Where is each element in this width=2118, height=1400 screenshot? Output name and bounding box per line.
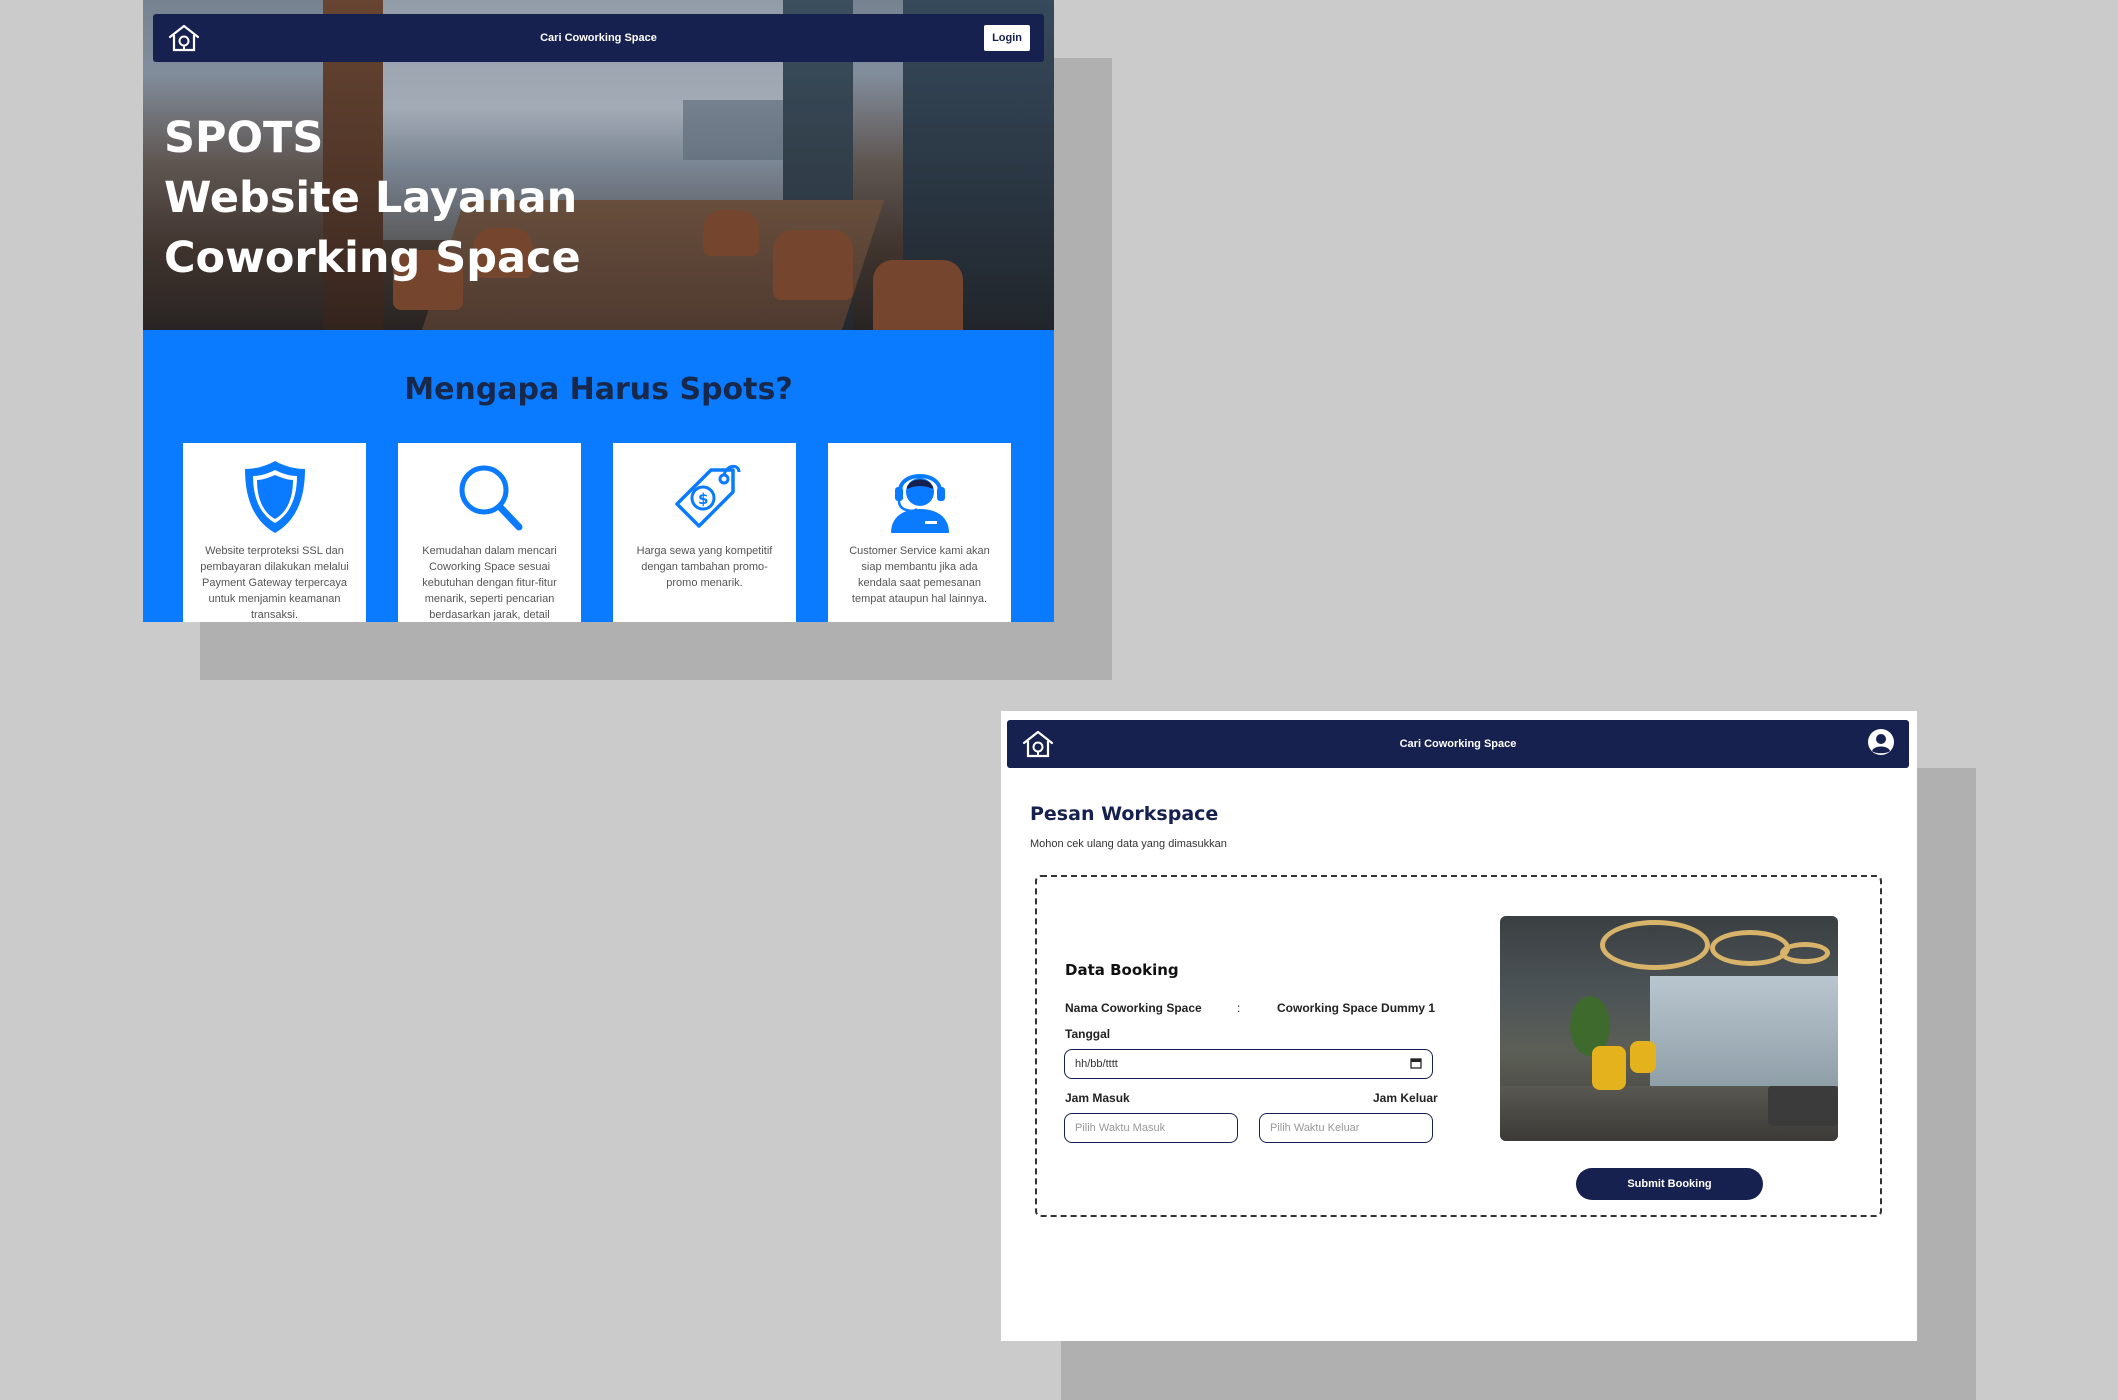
feature-card-search: Kemudahan dalam mencari Coworking Space … <box>398 443 581 622</box>
date-label: Tanggal <box>1065 1027 1111 1041</box>
time-in-placeholder: Pilih Waktu Masuk <box>1075 1122 1166 1134</box>
feature-text: Harga sewa yang kompetitif dengan tambah… <box>636 545 773 589</box>
photo-windows <box>1650 976 1838 1086</box>
customer-service-icon <box>885 457 955 537</box>
login-button[interactable]: Login <box>984 25 1030 51</box>
calendar-icon[interactable] <box>1410 1057 1422 1072</box>
name-colon: : <box>1237 1001 1241 1015</box>
feature-card-support: Customer Service kami akan siap membantu… <box>828 443 1011 622</box>
hero-heading-line: Website Layanan <box>164 173 578 223</box>
magnifier-icon <box>455 457 525 537</box>
photo-yellow-chair <box>1630 1041 1656 1073</box>
time-out-placeholder: Pilih Waktu Keluar <box>1270 1122 1360 1134</box>
page-subtitle: Mohon cek ulang data yang dimasukkan <box>1030 838 1227 850</box>
photo-ring-lamp <box>1600 920 1710 970</box>
coworking-name-value: Coworking Space Dummy 1 <box>1277 1001 1436 1015</box>
date-input-value: hh/bb/tttt <box>1075 1058 1118 1070</box>
photo-sofa <box>1768 1086 1838 1126</box>
feature-text: Kemudahan dalam mencari Coworking Space … <box>422 545 557 621</box>
feature-card-security: Website terproteksi SSL dan pembayaran d… <box>183 443 366 622</box>
shield-icon <box>240 457 310 537</box>
time-in-label: Jam Masuk <box>1065 1091 1130 1105</box>
home-logo-icon[interactable] <box>167 23 201 53</box>
hero-banner: Cari Coworking Space Login SPOTS Website… <box>143 0 1054 330</box>
name-label: Nama Coworking Space <box>1065 1001 1202 1015</box>
nav-title[interactable]: Cari Coworking Space <box>1007 738 1909 750</box>
photo-yellow-chair <box>1592 1046 1626 1090</box>
landing-page-screenshot: Cari Coworking Space Login SPOTS Website… <box>143 0 1054 622</box>
feature-cards: Website terproteksi SSL dan pembayaran d… <box>183 443 1011 622</box>
coworking-space-photo <box>1500 916 1838 1141</box>
user-avatar-icon[interactable] <box>1867 728 1895 761</box>
hero-heading-line: Coworking Space <box>164 233 581 283</box>
booking-page-screenshot: Cari Coworking Space Pesan Workspace Moh… <box>1001 711 1917 1341</box>
top-navbar: Cari Coworking Space <box>1007 720 1909 768</box>
price-tag-icon: $ <box>665 457 745 537</box>
booking-form-container: Data Booking Nama Coworking Space : Cowo… <box>1035 875 1882 1217</box>
time-in-input[interactable]: Pilih Waktu Masuk <box>1064 1113 1238 1143</box>
form-section-title: Data Booking <box>1065 961 1179 979</box>
photo-ring-lamp <box>1780 942 1830 964</box>
home-logo-icon[interactable] <box>1021 729 1055 759</box>
feature-text: Customer Service kami akan siap membantu… <box>849 545 990 605</box>
hero-heading: SPOTS Website Layanan Coworking Space <box>164 108 581 288</box>
svg-text:$: $ <box>698 490 708 508</box>
why-spots-section: Mengapa Harus Spots? Website terproteksi… <box>143 330 1054 622</box>
nav-title[interactable]: Cari Coworking Space <box>153 32 1044 44</box>
hero-heading-line: SPOTS <box>164 113 324 163</box>
date-input[interactable]: hh/bb/tttt <box>1064 1049 1433 1079</box>
photo-ring-lamp <box>1710 930 1790 966</box>
page-title: Pesan Workspace <box>1030 803 1219 825</box>
time-out-label: Jam Keluar <box>1373 1091 1438 1105</box>
feature-card-price: $ Harga sewa yang kompetitif dengan tamb… <box>613 443 796 622</box>
feature-text: Website terproteksi SSL dan pembayaran d… <box>200 545 349 621</box>
submit-booking-button[interactable]: Submit Booking <box>1576 1168 1763 1200</box>
section-title: Mengapa Harus Spots? <box>404 372 793 407</box>
time-out-input[interactable]: Pilih Waktu Keluar <box>1259 1113 1433 1143</box>
top-navbar: Cari Coworking Space Login <box>153 14 1044 62</box>
